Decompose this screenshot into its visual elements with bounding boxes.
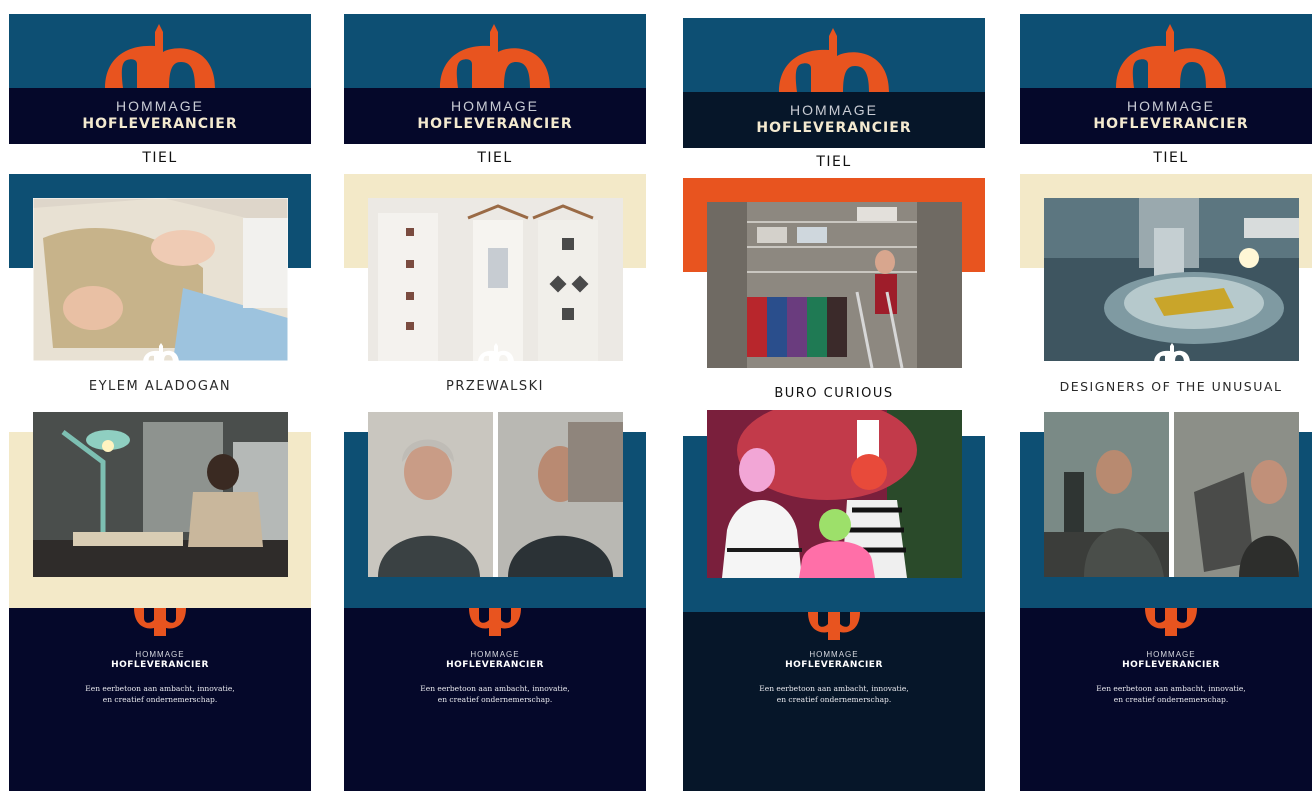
tagline: Een eerbetoon aan ambacht, innovatie, en… — [9, 683, 311, 705]
costume-storage-rack-photo — [707, 202, 962, 368]
tagline-line-2: en creatief ondernemerschap. — [102, 695, 218, 704]
brand-line-1: HOMMAGE — [451, 98, 539, 114]
maker-name: BURO CURIOUS — [774, 386, 894, 401]
footer-brand-line-1: HOMMAGE — [1146, 650, 1196, 659]
ch-monogram-flipped-icon — [134, 608, 186, 636]
footer-brand-line-2: HOFLEVERANCIER — [1122, 660, 1220, 670]
clown-performers-photo — [707, 410, 962, 578]
footer-brand-line-1: HOMMAGE — [809, 650, 859, 659]
tagline-line-1: Een eerbetoon aan ambacht, innovatie, — [85, 684, 235, 693]
tagline-line-2: en creatief ondernemerschap. — [437, 695, 553, 704]
city-label: TIEL — [142, 150, 178, 166]
brand-line-1: HOMMAGE — [1127, 98, 1215, 114]
poster-eylem-aladogan[interactable]: HOMMAGE HOFLEVERANCIER TIEL EYLEM ALADOG… — [9, 14, 311, 791]
ch-monogram-icon — [105, 24, 215, 88]
ch-monogram-flipped-icon — [808, 612, 860, 640]
woman-sewing-at-desk-photo — [33, 412, 288, 577]
brand-line-2: HOFLEVERANCIER — [82, 116, 238, 132]
tagline: Een eerbetoon aan ambacht, innovatie, en… — [344, 683, 646, 705]
footer-brand-line-2: HOFLEVERANCIER — [111, 660, 209, 670]
city-label: TIEL — [816, 154, 852, 170]
ch-monogram-small-icon — [1153, 343, 1190, 361]
footer-brand-line-2: HOFLEVERANCIER — [446, 660, 544, 670]
footer-brand-line-2: HOFLEVERANCIER — [785, 660, 883, 670]
tagline-line-1: Een eerbetoon aan ambacht, innovatie, — [759, 684, 909, 693]
ch-monogram-icon — [1116, 24, 1226, 88]
poster-przewalski[interactable]: HOMMAGE HOFLEVERANCIER TIEL PRZEWALSKI H… — [344, 14, 646, 791]
tagline-line-2: en creatief ondernemerschap. — [776, 695, 892, 704]
footer-brand-line-1: HOMMAGE — [135, 650, 185, 659]
tagline: Een eerbetoon aan ambacht, innovatie, en… — [1020, 683, 1312, 705]
tagline: Een eerbetoon aan ambacht, innovatie, en… — [683, 683, 985, 705]
ch-monogram-flipped-icon — [469, 608, 521, 636]
microscope-sample-photo — [1044, 198, 1299, 361]
tagline-line-1: Een eerbetoon aan ambacht, innovatie, — [1096, 684, 1246, 693]
tagline-line-2: en creatief ondernemerschap. — [1113, 695, 1229, 704]
tagline-line-1: Een eerbetoon aan ambacht, innovatie, — [420, 684, 570, 693]
maker-name: EYLEM ALADOGAN — [88, 379, 232, 394]
two-portraits-photo — [368, 412, 623, 577]
embroidery-hands-photo — [33, 198, 288, 361]
brand-line-2: HOFLEVERANCIER — [1093, 116, 1249, 132]
brand-line-1: HOMMAGE — [116, 98, 204, 114]
ch-monogram-small-icon — [142, 343, 179, 361]
ch-monogram-small-icon — [477, 343, 514, 361]
hanging-textile-garments-photo — [368, 198, 623, 361]
city-label: TIEL — [1153, 150, 1189, 166]
brand-line-2: HOFLEVERANCIER — [756, 120, 912, 136]
maker-name: DESIGNERS OF THE UNUSUAL — [1059, 379, 1283, 394]
poster-designers-of-the-unusual[interactable]: HOMMAGE HOFLEVERANCIER TIEL DESIGNERS OF… — [1020, 14, 1312, 791]
ch-monogram-icon — [440, 24, 550, 88]
ch-monogram-icon — [779, 28, 889, 92]
two-designers-lab-photo — [1044, 412, 1299, 577]
city-label: TIEL — [477, 150, 513, 166]
poster-buro-curious[interactable]: HOMMAGE HOFLEVERANCIER TIEL BURO CURIOUS — [683, 18, 985, 791]
brand-line-2: HOFLEVERANCIER — [417, 116, 573, 132]
brand-line-1: HOMMAGE — [790, 102, 878, 118]
ch-monogram-flipped-icon — [1145, 608, 1197, 636]
maker-name: PRZEWALSKI — [446, 379, 544, 394]
footer-brand-line-1: HOMMAGE — [470, 650, 520, 659]
